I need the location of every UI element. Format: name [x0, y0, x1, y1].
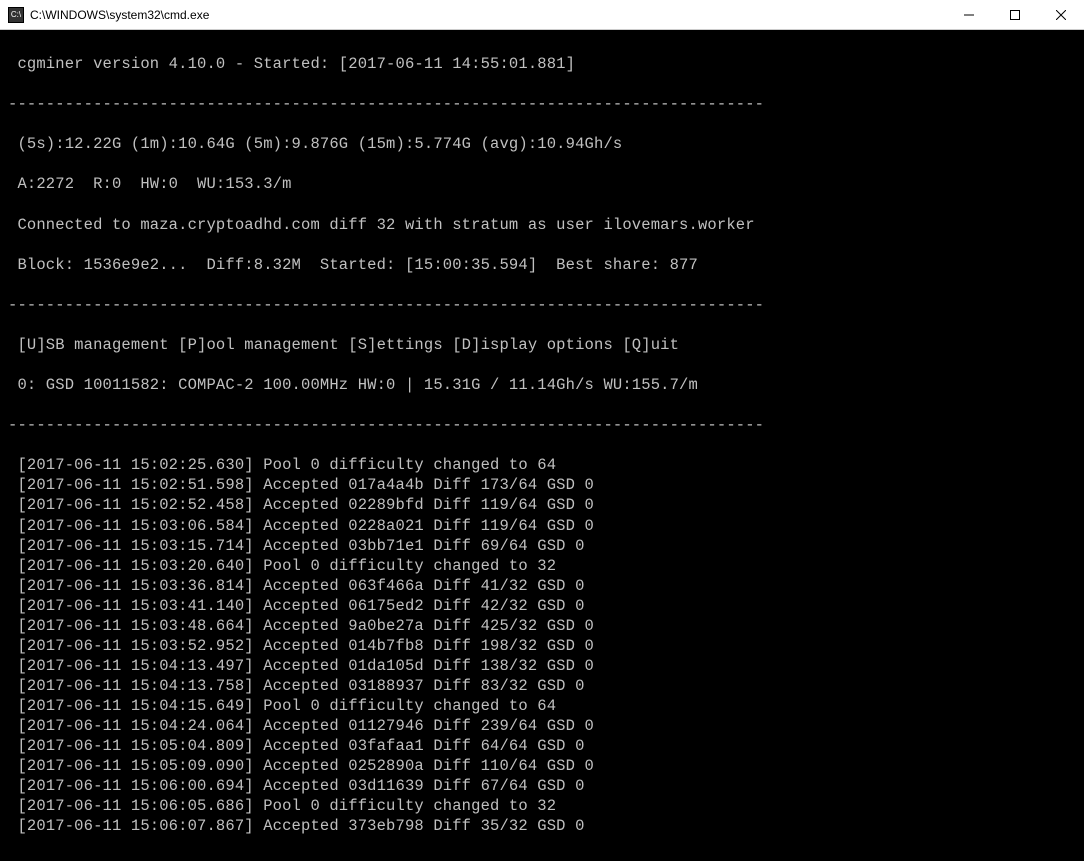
log-line: [2017-06-11 15:04:13.758] Accepted 03188… — [8, 676, 1076, 696]
version-line: cgminer version 4.10.0 - Started: [2017-… — [8, 54, 1076, 74]
log-line: [2017-06-11 15:03:52.952] Accepted 014b7… — [8, 636, 1076, 656]
window-controls — [946, 0, 1084, 29]
log-line: [2017-06-11 15:03:48.664] Accepted 9a0be… — [8, 616, 1076, 636]
separator-line: ----------------------------------------… — [8, 295, 1076, 315]
log-line: [2017-06-11 15:06:05.686] Pool 0 difficu… — [8, 796, 1076, 816]
minimize-icon — [964, 10, 974, 20]
close-icon — [1056, 10, 1066, 20]
hashrate-line: (5s):12.22G (1m):10.64G (5m):9.876G (15m… — [8, 134, 1076, 154]
block-line: Block: 1536e9e2... Diff:8.32M Started: [… — [8, 255, 1076, 275]
log-line: [2017-06-11 15:05:09.090] Accepted 02528… — [8, 756, 1076, 776]
log-line: [2017-06-11 15:04:24.064] Accepted 01127… — [8, 716, 1076, 736]
maximize-button[interactable] — [992, 0, 1038, 29]
log-line: [2017-06-11 15:02:25.630] Pool 0 difficu… — [8, 455, 1076, 475]
device-line: 0: GSD 10011582: COMPAC-2 100.00MHz HW:0… — [8, 375, 1076, 395]
log-line: [2017-06-11 15:02:52.458] Accepted 02289… — [8, 495, 1076, 515]
terminal-output[interactable]: cgminer version 4.10.0 - Started: [2017-… — [0, 30, 1084, 861]
log-line: [2017-06-11 15:06:00.694] Accepted 03d11… — [8, 776, 1076, 796]
cmd-icon: C:\ — [8, 7, 24, 23]
menu-line: [U]SB management [P]ool management [S]et… — [8, 335, 1076, 355]
separator-line: ----------------------------------------… — [8, 94, 1076, 114]
log-output: [2017-06-11 15:02:25.630] Pool 0 difficu… — [8, 455, 1076, 836]
window-title: C:\WINDOWS\system32\cmd.exe — [30, 8, 946, 22]
log-line: [2017-06-11 15:03:20.640] Pool 0 difficu… — [8, 556, 1076, 576]
log-line: [2017-06-11 15:03:15.714] Accepted 03bb7… — [8, 536, 1076, 556]
maximize-icon — [1010, 10, 1020, 20]
connection-line: Connected to maza.cryptoadhd.com diff 32… — [8, 215, 1076, 235]
log-line: [2017-06-11 15:03:36.814] Accepted 063f4… — [8, 576, 1076, 596]
window-titlebar: C:\ C:\WINDOWS\system32\cmd.exe — [0, 0, 1084, 30]
log-line: [2017-06-11 15:02:51.598] Accepted 017a4… — [8, 475, 1076, 495]
separator-line: ----------------------------------------… — [8, 415, 1076, 435]
log-line: [2017-06-11 15:04:15.649] Pool 0 difficu… — [8, 696, 1076, 716]
minimize-button[interactable] — [946, 0, 992, 29]
close-button[interactable] — [1038, 0, 1084, 29]
log-line: [2017-06-11 15:05:04.809] Accepted 03faf… — [8, 736, 1076, 756]
log-line: [2017-06-11 15:06:07.867] Accepted 373eb… — [8, 816, 1076, 836]
log-line: [2017-06-11 15:03:41.140] Accepted 06175… — [8, 596, 1076, 616]
log-line: [2017-06-11 15:04:13.497] Accepted 01da1… — [8, 656, 1076, 676]
log-line: [2017-06-11 15:03:06.584] Accepted 0228a… — [8, 516, 1076, 536]
stats-line: A:2272 R:0 HW:0 WU:153.3/m — [8, 174, 1076, 194]
